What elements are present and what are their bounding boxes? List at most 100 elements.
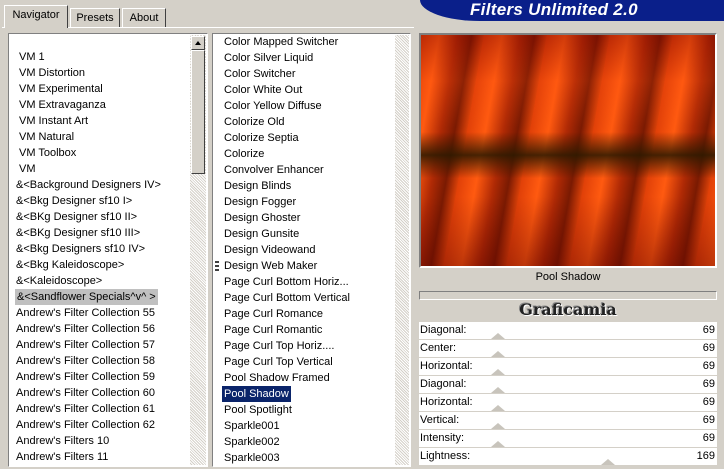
filter-item[interactable]: Sparkle003 xyxy=(224,450,280,466)
category-item[interactable]: &<Kaleidoscope> xyxy=(16,273,102,289)
filter-item[interactable]: Color Yellow Diffuse xyxy=(224,98,322,114)
slider-label: Horizontal: xyxy=(420,360,473,372)
slider-thumb[interactable] xyxy=(600,459,615,465)
category-item[interactable]: Andrew's Filter Collection 56 xyxy=(16,321,155,337)
filter-item[interactable]: Colorize Septia xyxy=(224,130,299,146)
category-item[interactable]: VM Natural xyxy=(19,129,74,145)
slider-thumb[interactable] xyxy=(490,351,505,357)
filter-item[interactable]: Pool Spotlight xyxy=(224,402,292,418)
slider-row[interactable]: Lightness: 169 xyxy=(419,448,717,466)
filter-item[interactable]: Color Mapped Switcher xyxy=(224,34,338,50)
category-item[interactable]: VM xyxy=(19,161,36,177)
category-item[interactable]: &<Background Designers IV> xyxy=(16,177,161,193)
scrollbar-thumb[interactable] xyxy=(191,50,205,174)
filter-item[interactable]: Page Curl Romance xyxy=(224,306,323,322)
category-item[interactable]: Andrew's Filter Collection 61 xyxy=(16,401,155,417)
category-list[interactable]: VM 1 VM Distortion VM Experimental VM Extra… xyxy=(8,33,208,467)
category-item[interactable]: VM Toolbox xyxy=(19,145,76,161)
filter-item[interactable]: Design Videowand xyxy=(224,242,316,258)
category-item[interactable]: Andrew's Filter Collection 55 xyxy=(16,305,155,321)
slider-value: 69 xyxy=(702,342,715,354)
category-item[interactable]: &<Sandflower Specials^v^ > xyxy=(15,289,158,305)
slider-thumb[interactable] xyxy=(490,369,505,375)
category-item[interactable]: VM 1 xyxy=(19,49,45,65)
filter-item[interactable]: Design Gunsite xyxy=(224,226,299,242)
category-item[interactable]: Andrew's Filter Collection 58 xyxy=(16,353,155,369)
slider-value: 69 xyxy=(702,324,715,336)
slider-label: Vertical: xyxy=(420,414,460,426)
filter-item[interactable]: Design Fogger xyxy=(224,194,296,210)
category-item[interactable]: Andrew's Filters 11 xyxy=(16,449,108,465)
slider-label: Horizontal: xyxy=(420,396,473,408)
category-item[interactable]: &<BKg Designer sf10 III> xyxy=(16,225,140,241)
category-item[interactable]: &<Bkg Kaleidoscope> xyxy=(16,257,124,273)
slider-label: Intensity: xyxy=(420,432,465,444)
slider-thumb[interactable] xyxy=(490,405,505,411)
category-item[interactable]: VM Extravaganza xyxy=(19,97,106,113)
slider-label: Lightness: xyxy=(420,450,471,462)
slider-value: 69 xyxy=(702,414,715,426)
category-item[interactable]: Andrew's Filter Collection 62 xyxy=(16,417,155,433)
category-item[interactable]: Andrew's Filter Collection 59 xyxy=(16,369,155,385)
filter-item[interactable]: Design Web Maker xyxy=(224,258,317,274)
tab-about[interactable]: About xyxy=(122,8,166,27)
category-item[interactable]: Andrew's Filter Collection 57 xyxy=(16,337,155,353)
filter-item[interactable]: Page Curl Top Vertical xyxy=(224,354,333,370)
preview-window xyxy=(419,33,717,268)
filter-item[interactable]: Page Curl Top Horiz.... xyxy=(224,338,334,354)
tab-presets[interactable]: Presets xyxy=(70,8,120,27)
filter-item[interactable]: Color White Out xyxy=(224,82,302,98)
preview-caption: Pool Shadow xyxy=(535,271,601,283)
slider-thumb[interactable] xyxy=(490,441,505,447)
slider-value: 69 xyxy=(702,432,715,444)
filter-item[interactable]: Design Ghoster xyxy=(224,210,300,226)
filter-item[interactable]: Page Curl Romantic xyxy=(224,322,322,338)
category-item[interactable]: Andrew's Filters 10 xyxy=(16,433,109,449)
category-item[interactable]: VM Distortion xyxy=(19,65,85,81)
slider-row[interactable]: Horizontal: 69 xyxy=(419,394,717,412)
slider-row[interactable]: Center: 69 xyxy=(419,340,717,358)
filter-item[interactable]: Colorize xyxy=(224,146,264,162)
slider-row[interactable]: Horizontal: 69 xyxy=(419,358,717,376)
drag-handle-icon[interactable] xyxy=(215,261,219,272)
slider-thumb[interactable] xyxy=(490,387,505,393)
filter-item[interactable]: Sparkle001 xyxy=(224,418,280,434)
category-item[interactable]: &<Bkg Designer sf10 I> xyxy=(16,193,132,209)
scroll-up-button[interactable] xyxy=(191,36,205,50)
category-item[interactable]: VM Instant Art xyxy=(19,113,88,129)
filter-item[interactable]: Convolver Enhancer xyxy=(224,162,324,178)
author-logo: Graficamia xyxy=(519,300,617,319)
slider-label: Diagonal: xyxy=(420,324,467,336)
category-item[interactable]: VM Experimental xyxy=(19,81,103,97)
slider-value: 69 xyxy=(702,378,715,390)
category-item[interactable]: Andrew's Filter Collection 60 xyxy=(16,385,155,401)
slider-value: 169 xyxy=(696,450,715,462)
slider-row[interactable]: Vertical: 69 xyxy=(419,412,717,430)
filter-scrollbar[interactable] xyxy=(395,35,409,465)
filter-list[interactable]: Color Mapped Switcher Color Silver Liquid… xyxy=(212,33,411,467)
filter-item[interactable]: Pool Shadow xyxy=(221,385,292,403)
arrow-up-icon xyxy=(195,41,201,45)
filter-item[interactable]: Color Silver Liquid xyxy=(224,50,313,66)
category-item[interactable]: &<Bkg Designers sf10 IV> xyxy=(16,241,145,257)
filter-item[interactable]: Colorize Old xyxy=(224,114,285,130)
app-title: Filters Unlimited 2.0 xyxy=(470,0,638,19)
filter-item[interactable]: Color Switcher xyxy=(224,66,296,82)
slider-thumb[interactable] xyxy=(490,333,505,339)
slider-row[interactable]: Diagonal: 69 xyxy=(419,322,717,340)
progress-bar xyxy=(419,291,717,300)
filter-item[interactable]: Pool Shadow Framed xyxy=(224,370,330,386)
slider-value: 69 xyxy=(702,360,715,372)
slider-thumb[interactable] xyxy=(490,423,505,429)
slider-label: Center: xyxy=(420,342,457,354)
tab-navigator[interactable]: Navigator xyxy=(4,5,68,28)
filter-item[interactable]: Page Curl Bottom Horiz... xyxy=(224,274,349,290)
filter-item[interactable]: Page Curl Bottom Vertical xyxy=(224,290,350,306)
slider-row[interactable]: Diagonal: 69 xyxy=(419,376,717,394)
filter-item[interactable]: Design Blinds xyxy=(224,178,291,194)
slider-row[interactable]: Intensity: 69 xyxy=(419,430,717,448)
category-item[interactable]: &<BKg Designer sf10 II> xyxy=(16,209,137,225)
slider-label: Diagonal: xyxy=(420,378,467,390)
filter-item[interactable]: Sparkle002 xyxy=(224,434,280,450)
preview-shading xyxy=(421,35,715,266)
